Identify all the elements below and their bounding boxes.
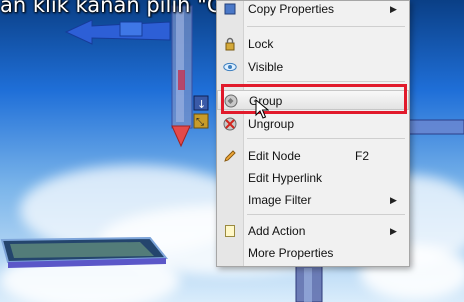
menu-item-edit-node[interactable]: Edit Node F2 [217, 146, 409, 166]
3d-scene-viewport[interactable]: ↓ ⤡ an klik kanan pilih "Group". Copy Pr… [0, 0, 464, 302]
bottom-glass-post[interactable] [295, 263, 323, 302]
svg-text:⤡: ⤡ [196, 117, 204, 128]
context-menu: Copy Properties ▶ Lock Visible Group Ung… [216, 0, 410, 267]
menu-item-edit-hyperlink[interactable]: Edit Hyperlink [217, 168, 409, 188]
menu-item-add-action[interactable]: Add Action ▶ [217, 221, 409, 241]
menu-item-label: Image Filter [248, 193, 312, 207]
red-highlight-box [221, 84, 407, 114]
menu-item-label: Edit Hyperlink [248, 171, 323, 185]
menu-item-label: Add Action [248, 224, 306, 238]
transform-gizmo-x-arrow[interactable] [64, 19, 171, 45]
menu-item-more-properties[interactable]: More Properties [217, 243, 409, 263]
right-glass-bar[interactable] [407, 119, 464, 135]
menu-separator [247, 214, 405, 215]
ungroup-icon [223, 117, 237, 131]
menu-separator [247, 81, 405, 82]
menu-item-label: Lock [248, 37, 274, 51]
flat-image-panel[interactable] [0, 236, 169, 268]
menu-item-label: Visible [248, 60, 284, 74]
menu-item-image-filter[interactable]: Image Filter ▶ [217, 190, 409, 210]
menu-item-label: More Properties [248, 246, 334, 260]
menu-item-copy-properties[interactable]: Copy Properties ▶ [217, 1, 409, 19]
menu-item-lock[interactable]: Lock [217, 34, 409, 54]
transform-gizmo-y-cone[interactable] [171, 125, 191, 148]
menu-item-visible[interactable]: Visible [217, 57, 409, 77]
selected-glass-panel[interactable] [171, 5, 193, 129]
gizmo-handle-icons[interactable]: ↓ ⤡ [193, 95, 209, 129]
add-action-icon [223, 224, 237, 238]
menu-item-label: Copy Properties [248, 2, 335, 16]
svg-text:↓: ↓ [197, 98, 206, 111]
submenu-arrow-icon: ▶ [390, 226, 397, 236]
menu-item-label: Edit Node [248, 149, 301, 163]
copy-properties-icon [223, 2, 237, 16]
mouse-cursor-icon [255, 99, 269, 119]
submenu-arrow-icon: ▶ [390, 4, 397, 14]
lock-icon [223, 37, 237, 51]
menu-item-shortcut: F2 [355, 149, 370, 163]
submenu-arrow-icon: ▶ [390, 195, 397, 205]
pencil-icon [223, 149, 237, 163]
menu-separator [247, 138, 405, 139]
menu-item-ungroup[interactable]: Ungroup [217, 114, 409, 134]
eye-icon [223, 60, 237, 74]
menu-separator [247, 26, 405, 27]
